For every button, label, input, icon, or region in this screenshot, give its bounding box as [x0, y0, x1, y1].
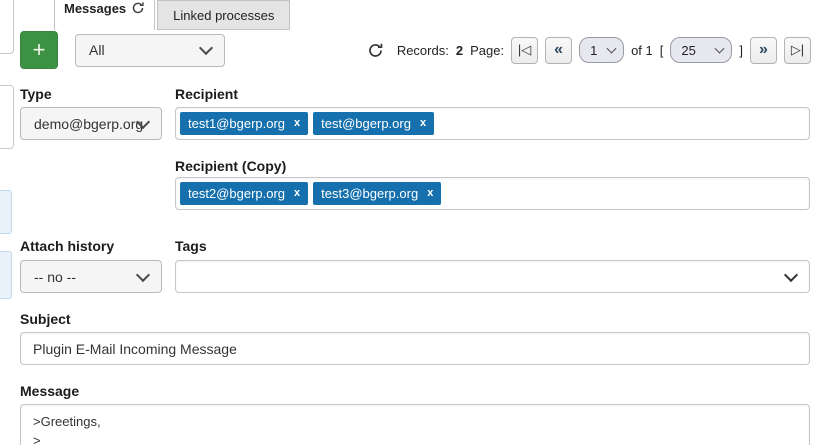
tab-linked-processes[interactable]: Linked processes — [157, 0, 290, 30]
first-page-button[interactable]: |◁ — [511, 37, 538, 64]
last-page-icon: ▷| — [791, 42, 804, 58]
recipient-tag: test1@bgerp.org x — [180, 112, 308, 135]
chevron-down-icon — [136, 267, 150, 281]
recipient-copy-tag: test2@bgerp.org x — [180, 182, 308, 205]
recipient-copy-tag-text: test2@bgerp.org — [188, 186, 285, 201]
add-button[interactable]: + — [20, 31, 58, 69]
type-label: Type — [20, 86, 52, 102]
tab-linked-processes-label: Linked processes — [173, 8, 274, 23]
pagination-bar: Records: 2 Page: |◁ « 1 of 1 [ 25 ] » ▷| — [367, 37, 811, 64]
type-select[interactable]: demo@bgerp.org — [20, 107, 162, 140]
refresh-icon[interactable] — [367, 42, 384, 59]
recipient-copy-tag-text: test3@bgerp.org — [321, 186, 418, 201]
remove-tag-icon[interactable]: x — [294, 118, 300, 129]
plus-icon: + — [33, 39, 46, 61]
message-textarea[interactable]: >Greetings, > — [20, 404, 810, 445]
page-of-label: of 1 — [631, 43, 653, 58]
attach-history-label: Attach history — [20, 238, 114, 254]
last-page-button[interactable]: ▷| — [784, 37, 811, 64]
recipient-tag: test@bgerp.org x — [313, 112, 434, 135]
subject-input[interactable] — [20, 332, 810, 365]
page-select-value: 1 — [590, 43, 597, 58]
first-page-icon: |◁ — [518, 42, 531, 58]
next-page-icon: » — [759, 41, 768, 59]
message-label: Message — [20, 383, 79, 399]
chevron-down-icon — [784, 267, 798, 281]
tags-combobox[interactable] — [175, 260, 810, 293]
recipient-field[interactable]: test1@bgerp.org x test@bgerp.org x — [175, 107, 810, 140]
remove-tag-icon[interactable]: x — [420, 118, 426, 129]
recipient-label: Recipient — [175, 86, 238, 102]
page-size-select[interactable]: 25 — [670, 37, 732, 63]
remove-tag-icon[interactable]: x — [294, 188, 300, 199]
bracket-open: [ — [660, 43, 664, 58]
page-select[interactable]: 1 — [579, 37, 624, 63]
left-panel-fragment — [0, 85, 14, 149]
chevron-down-icon — [715, 44, 725, 54]
recipient-copy-label: Recipient (Copy) — [175, 158, 286, 174]
attach-history-value: -- no -- — [34, 269, 76, 285]
left-panel-fragment — [0, 251, 12, 299]
tab-bar: Messages Linked processes — [54, 0, 290, 30]
remove-tag-icon[interactable]: x — [427, 188, 433, 199]
subject-label: Subject — [20, 311, 71, 327]
tab-messages-label: Messages — [64, 1, 126, 16]
tab-messages[interactable]: Messages — [54, 0, 155, 30]
records-count: 2 — [456, 43, 463, 58]
prev-page-icon: « — [554, 41, 563, 59]
next-page-button[interactable]: » — [750, 37, 777, 64]
recipient-tag-text: test1@bgerp.org — [188, 116, 285, 131]
page-size-value: 25 — [681, 43, 695, 58]
toolbar: + All Records: 2 Page: |◁ « 1 of 1 [ 25 … — [20, 32, 811, 68]
tags-label: Tags — [175, 238, 207, 254]
records-label: Records: — [397, 43, 449, 58]
type-select-value: demo@bgerp.org — [34, 116, 143, 132]
recipient-copy-field[interactable]: test2@bgerp.org x test3@bgerp.org x — [175, 177, 810, 210]
page-label: Page: — [470, 43, 504, 58]
attach-history-select[interactable]: -- no -- — [20, 260, 162, 293]
filter-select-value: All — [89, 42, 105, 58]
recipient-tag-text: test@bgerp.org — [321, 116, 411, 131]
left-panel-fragment — [0, 0, 14, 54]
chevron-down-icon — [607, 44, 617, 54]
recipient-copy-tag: test3@bgerp.org x — [313, 182, 441, 205]
chevron-down-icon — [199, 41, 213, 55]
filter-select[interactable]: All — [75, 34, 225, 67]
left-panel-fragment — [0, 190, 12, 234]
bracket-close: ] — [739, 43, 743, 58]
prev-page-button[interactable]: « — [545, 37, 572, 64]
refresh-icon[interactable] — [131, 1, 145, 15]
